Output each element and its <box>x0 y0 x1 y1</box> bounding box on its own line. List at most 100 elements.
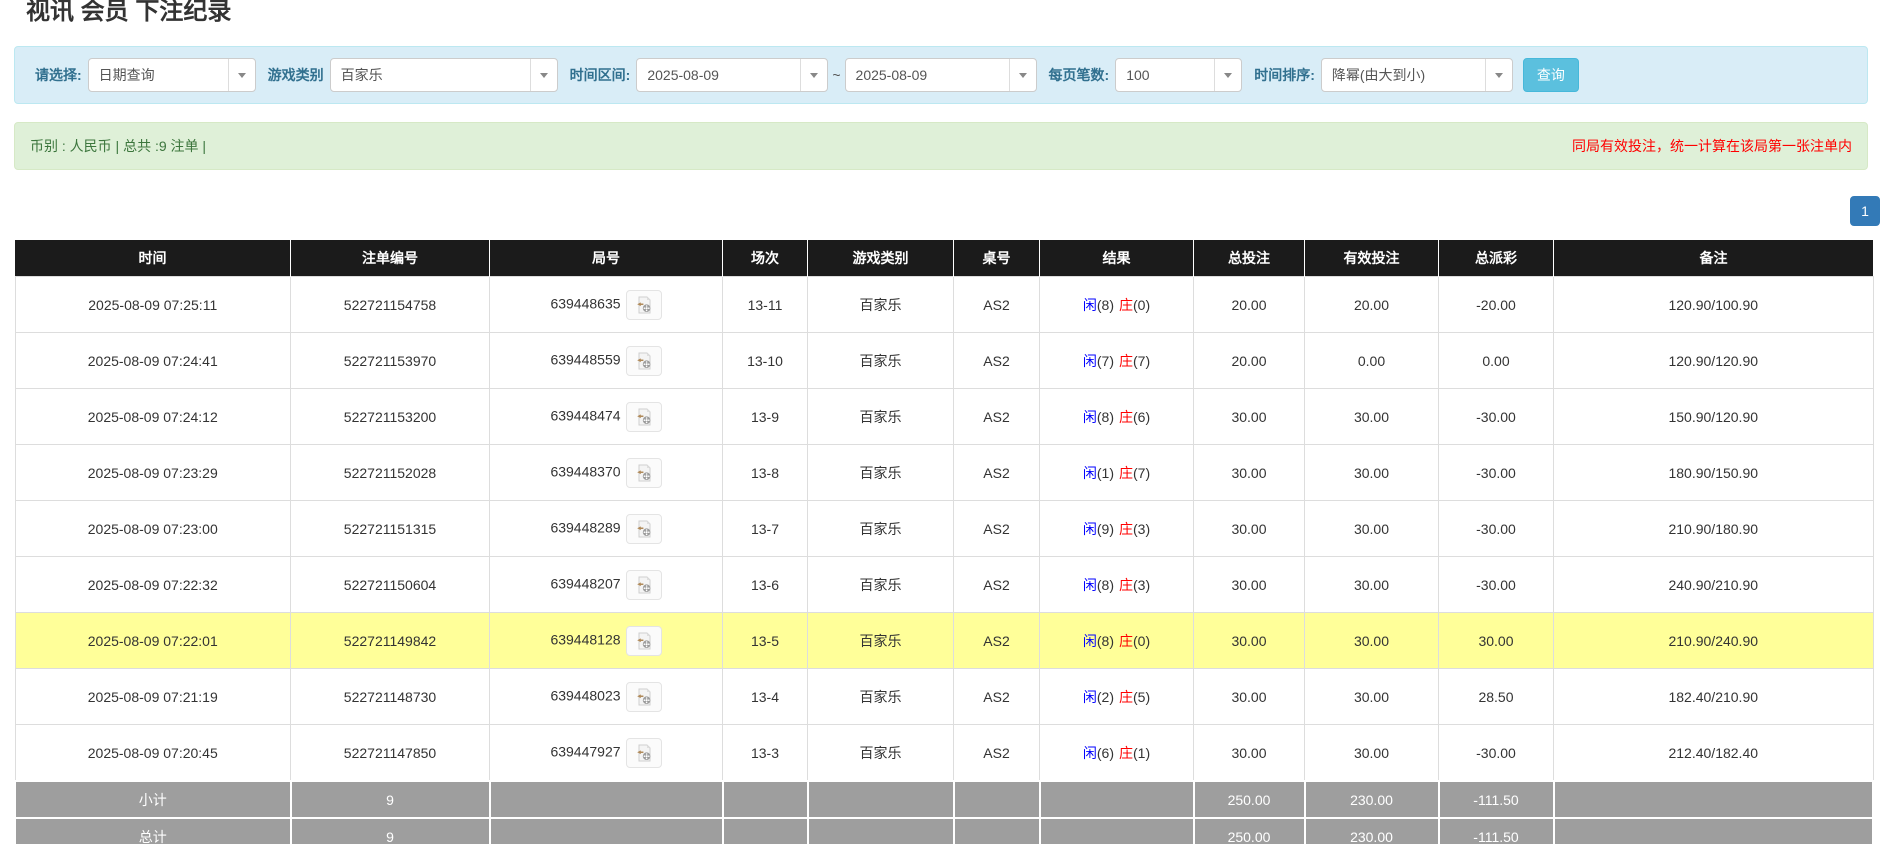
player-result-label: 闲 <box>1083 577 1097 593</box>
page-button-1[interactable]: 1 <box>1850 196 1880 226</box>
summary-valid-bet: 230.00 <box>1305 781 1439 818</box>
col-header-valid-bet: 有效投注 <box>1305 240 1439 277</box>
search-button[interactable]: 查询 <box>1523 58 1579 92</box>
cell-payout: -30.00 <box>1439 389 1554 445</box>
cell-total-bet: 20.00 <box>1194 277 1305 333</box>
cell-game: 百家乐 <box>808 389 954 445</box>
banker-result-label: 庄 <box>1119 353 1133 369</box>
cell-time: 2025-08-09 07:24:41 <box>15 333 291 389</box>
cell-table: AS2 <box>954 725 1040 782</box>
cell-round-id: 639448474 <box>490 389 723 445</box>
cell-payout: -20.00 <box>1439 277 1554 333</box>
game-category-label: 游戏类别 <box>268 65 324 85</box>
cell-note: 120.90/100.90 <box>1554 277 1874 333</box>
video-file-icon <box>634 743 654 763</box>
date-from-select[interactable]: 2025-08-09 <box>636 58 828 92</box>
video-replay-button[interactable] <box>626 402 662 432</box>
video-replay-button[interactable] <box>626 458 662 488</box>
player-result-label: 闲 <box>1083 465 1097 481</box>
chevron-down-icon <box>800 59 827 91</box>
query-type-label: 请选择: <box>35 65 82 85</box>
video-replay-button[interactable] <box>626 738 662 768</box>
chevron-down-icon <box>1214 59 1241 91</box>
banker-result-label: 庄 <box>1119 689 1133 705</box>
cell-payout: 30.00 <box>1439 613 1554 669</box>
cell-game: 百家乐 <box>808 501 954 557</box>
cell-payout: -30.00 <box>1439 725 1554 782</box>
cell-bet-id: 522721153200 <box>291 389 490 445</box>
round-id-text: 639448207 <box>550 575 620 591</box>
cell-round-id: 639447927 <box>490 725 723 782</box>
summary-label: 总计 <box>15 818 291 844</box>
pagination: 1 <box>0 196 1880 226</box>
summary-count: 9 <box>291 781 490 818</box>
game-category-select[interactable]: 百家乐 <box>330 58 558 92</box>
time-range-label: 时间区间: <box>570 65 631 85</box>
cell-note: 212.40/182.40 <box>1554 725 1874 782</box>
banker-result-label: 庄 <box>1119 577 1133 593</box>
cell-round-id: 639448289 <box>490 501 723 557</box>
cell-round-id: 639448207 <box>490 557 723 613</box>
video-replay-button[interactable] <box>626 570 662 600</box>
table-row: 2025-08-09 07:23:00 522721151315 6394482… <box>15 501 1873 557</box>
col-header-payout: 总派彩 <box>1439 240 1554 277</box>
round-id-text: 639448023 <box>550 687 620 703</box>
video-replay-button[interactable] <box>626 682 662 712</box>
video-replay-button[interactable] <box>626 346 662 376</box>
player-result-value: (9) <box>1097 521 1114 537</box>
date-to-select[interactable]: 2025-08-09 <box>845 58 1037 92</box>
player-result-label: 闲 <box>1083 297 1097 313</box>
player-result-label: 闲 <box>1083 521 1097 537</box>
cell-valid-bet: 0.00 <box>1305 333 1439 389</box>
banker-result-label: 庄 <box>1119 465 1133 481</box>
summary-valid-bet: 230.00 <box>1305 818 1439 844</box>
video-file-icon <box>634 687 654 707</box>
player-result-value: (8) <box>1097 633 1114 649</box>
round-id-text: 639448559 <box>550 351 620 367</box>
cell-note: 240.90/210.90 <box>1554 557 1874 613</box>
banker-result-value: (0) <box>1133 297 1150 313</box>
video-file-icon <box>634 631 654 651</box>
cell-bet-id: 522721152028 <box>291 445 490 501</box>
table-row: 2025-08-09 07:22:32 522721150604 6394482… <box>15 557 1873 613</box>
page-size-select[interactable]: 100 <box>1115 58 1242 92</box>
summary-row: 总计 9 250.00 230.00 -111.50 <box>15 818 1873 844</box>
cell-valid-bet: 30.00 <box>1305 501 1439 557</box>
cell-session: 13-7 <box>723 501 808 557</box>
cell-total-bet: 30.00 <box>1194 613 1305 669</box>
player-result-label: 闲 <box>1083 633 1097 649</box>
banker-result-value: (6) <box>1133 409 1150 425</box>
chevron-down-icon <box>228 59 255 91</box>
cell-payout: 0.00 <box>1439 333 1554 389</box>
video-replay-button[interactable] <box>626 290 662 320</box>
query-type-select[interactable]: 日期查询 <box>88 58 256 92</box>
cell-total-bet: 30.00 <box>1194 389 1305 445</box>
time-sort-select[interactable]: 降幂(由大到小) <box>1321 58 1513 92</box>
chevron-down-icon <box>1485 59 1512 91</box>
player-result-value: (7) <box>1097 353 1114 369</box>
cell-bet-id: 522721154758 <box>291 277 490 333</box>
table-row: 2025-08-09 07:25:11 522721154758 6394486… <box>15 277 1873 333</box>
cell-round-id: 639448559 <box>490 333 723 389</box>
cell-payout: -30.00 <box>1439 501 1554 557</box>
video-file-icon <box>634 575 654 595</box>
cell-game: 百家乐 <box>808 669 954 725</box>
cell-note: 150.90/120.90 <box>1554 389 1874 445</box>
banker-result-value: (3) <box>1133 521 1150 537</box>
cell-valid-bet: 30.00 <box>1305 669 1439 725</box>
summary-payout: -111.50 <box>1439 818 1554 844</box>
table-header-row: 时间 注单编号 局号 场次 游戏类别 桌号 结果 总投注 有效投注 总派彩 备注 <box>15 240 1873 277</box>
cell-game: 百家乐 <box>808 445 954 501</box>
player-result-label: 闲 <box>1083 745 1097 761</box>
cell-result: 闲(8)庄(0) <box>1040 613 1194 669</box>
round-id-text: 639448128 <box>550 631 620 647</box>
video-file-icon <box>634 295 654 315</box>
video-replay-button[interactable] <box>626 626 662 656</box>
banker-result-value: (5) <box>1133 689 1150 705</box>
col-header-round-id: 局号 <box>490 240 723 277</box>
cell-table: AS2 <box>954 557 1040 613</box>
video-file-icon <box>634 407 654 427</box>
player-result-value: (1) <box>1097 465 1114 481</box>
cell-note: 182.40/210.90 <box>1554 669 1874 725</box>
video-replay-button[interactable] <box>626 514 662 544</box>
